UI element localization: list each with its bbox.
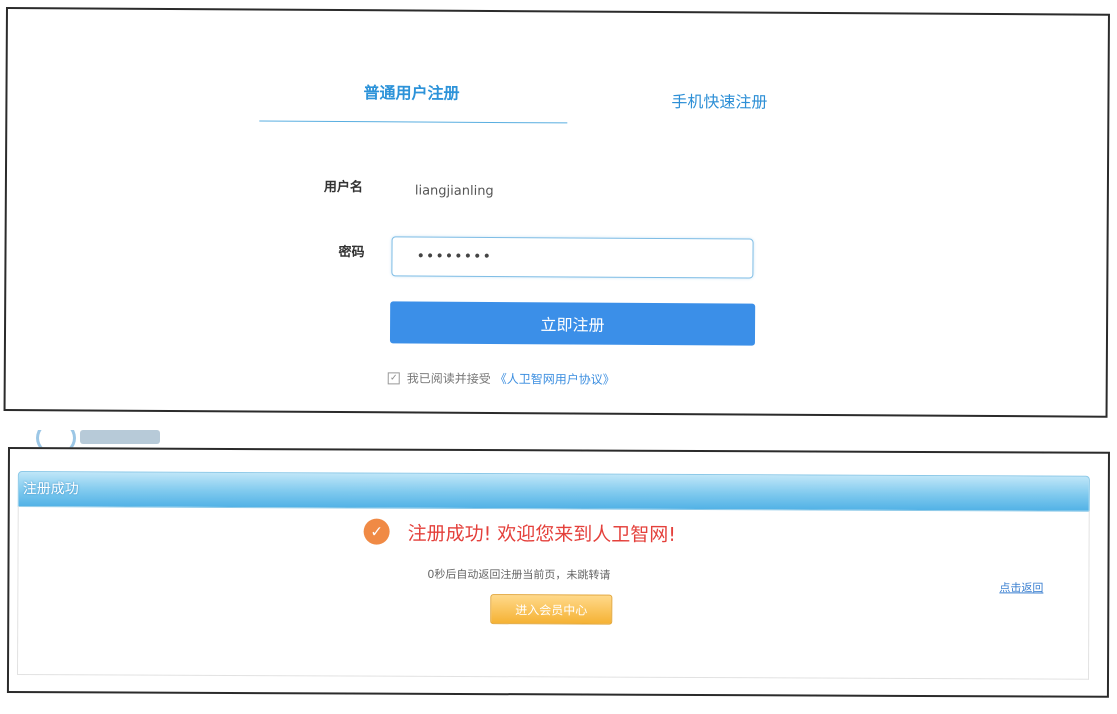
registration-panel: 普通用户注册 手机快速注册 用户名 liangjianling 密码 立即注册 …: [3, 7, 1110, 418]
success-panel: 注册成功 ✓ 注册成功! 欢迎您来到人卫智网! 0秒后自动返回注册当前页，未跳转…: [6, 447, 1110, 698]
username-label: 用户名: [323, 179, 363, 196]
tab-normal-registration[interactable]: 普通用户注册: [363, 79, 459, 104]
username-field[interactable]: liangjianling: [415, 184, 494, 199]
success-header-title: 注册成功: [22, 481, 79, 498]
user-agreement-link[interactable]: 《人卫智网用户协议》: [495, 370, 615, 388]
active-tab-underline: [259, 120, 568, 124]
member-center-button[interactable]: 进入会员中心: [490, 594, 613, 625]
success-header-bar: 注册成功: [17, 471, 1090, 512]
return-link[interactable]: 点击返回: [999, 579, 1043, 595]
password-label: 密码: [338, 245, 365, 261]
checkmark-icon: ✓: [363, 518, 390, 545]
redirect-notice: 0秒后自动返回注册当前页，未跳转请: [427, 567, 611, 582]
password-field[interactable]: [391, 236, 754, 279]
agreement-checkbox[interactable]: ✓: [387, 371, 400, 384]
logo-wordmark: [80, 430, 160, 444]
success-message: 注册成功! 欢迎您来到人卫智网!: [407, 522, 676, 546]
agreement-text: 我已阅读并接受: [406, 371, 491, 386]
register-now-button[interactable]: 立即注册: [389, 301, 756, 346]
agreement-row: ✓ 我已阅读并接受 《人卫智网用户协议》: [387, 369, 615, 388]
tab-mobile-registration[interactable]: 手机快速注册: [671, 88, 767, 113]
